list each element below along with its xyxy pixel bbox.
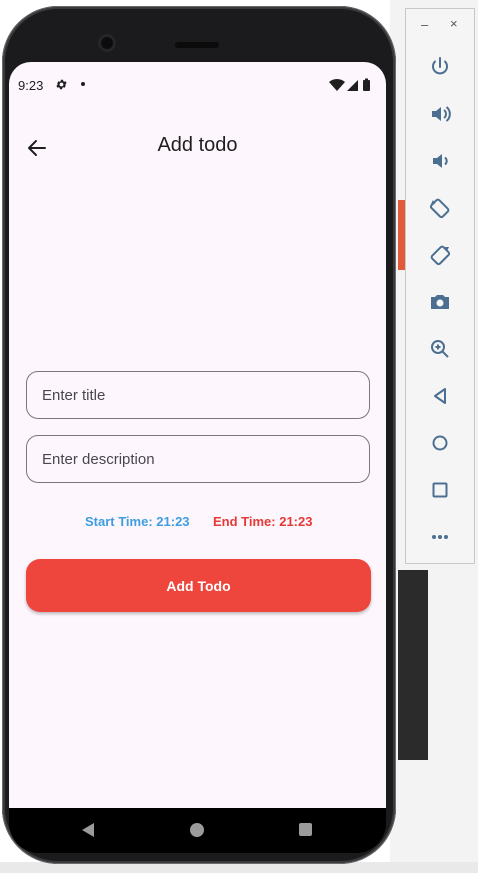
front-camera — [98, 34, 116, 52]
wifi-icon — [329, 78, 345, 91]
end-time-label[interactable]: End Time: 21:23 — [213, 514, 312, 529]
overview-icon[interactable] — [428, 478, 452, 502]
volume-up-icon[interactable] — [428, 102, 452, 126]
signal-icon — [347, 80, 358, 91]
rotate-left-icon[interactable] — [428, 196, 452, 220]
earpiece-speaker — [175, 42, 219, 48]
settings-icon — [56, 79, 67, 90]
volume-down-icon[interactable] — [428, 149, 452, 173]
title-input[interactable] — [27, 372, 369, 418]
nav-recents-icon[interactable] — [299, 823, 312, 836]
phone-frame: 9:23 Add todo Start Time: 21:23 End Time… — [2, 6, 396, 864]
description-field[interactable] — [26, 435, 370, 483]
more-icon[interactable] — [428, 525, 452, 549]
close-button[interactable]: × — [450, 16, 458, 31]
toolbar-window-controls: – × — [406, 16, 474, 33]
app-screen: 9:23 Add todo Start Time: 21:23 End Time… — [9, 62, 386, 808]
battery-icon — [363, 78, 370, 91]
emulator-toolbar: – × — [405, 8, 475, 564]
minimize-button[interactable]: – — [421, 17, 428, 32]
camera-icon[interactable] — [428, 290, 452, 314]
home-icon[interactable] — [428, 431, 452, 455]
power-icon[interactable] — [428, 55, 452, 79]
nav-back-icon[interactable] — [82, 823, 94, 837]
nav-home-icon[interactable] — [190, 823, 204, 837]
desktop-window-edge — [398, 570, 428, 760]
system-status-icons — [329, 78, 370, 91]
title-field[interactable] — [26, 371, 370, 419]
system-nav-bar — [9, 808, 386, 853]
status-bar: 9:23 — [9, 74, 386, 94]
add-todo-button[interactable]: Add Todo — [26, 559, 371, 612]
description-input[interactable] — [27, 436, 369, 482]
page-title: Add todo — [157, 134, 238, 156]
rotate-right-icon[interactable] — [428, 243, 452, 267]
back-icon[interactable] — [428, 384, 452, 408]
start-time-label[interactable]: Start Time: 21:23 — [85, 514, 190, 529]
notification-dot-icon — [81, 82, 85, 86]
status-time: 9:23 — [18, 78, 44, 93]
zoom-icon[interactable] — [428, 337, 452, 361]
